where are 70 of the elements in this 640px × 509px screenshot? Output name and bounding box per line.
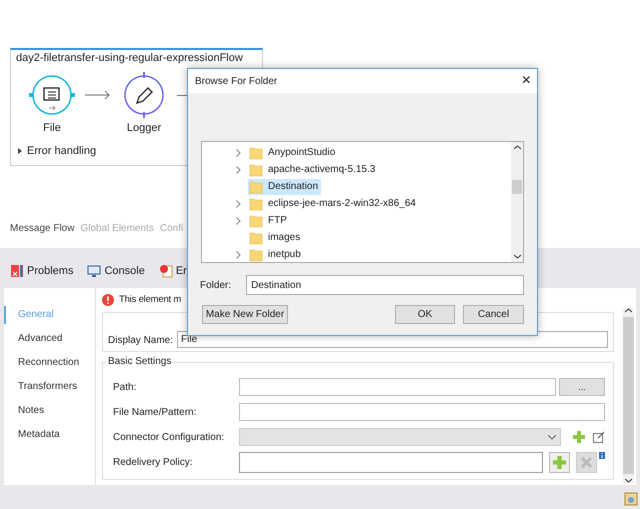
field-label: Redelivery Policy:: [113, 456, 194, 470]
dialog-button[interactable]: Cancel: [463, 305, 524, 324]
scroll-down-icon[interactable]: [514, 254, 520, 259]
sidebar-item[interactable]: Transformers: [4, 378, 95, 396]
error-icon: [102, 294, 114, 306]
browse-button[interactable]: ...: [559, 378, 605, 396]
error-message: This element m: [119, 292, 182, 307]
error-log-icon: [158, 264, 173, 278]
close-button[interactable]: ×: [522, 73, 531, 89]
folder-icon: [249, 196, 263, 210]
remove-button[interactable]: [576, 452, 597, 472]
field-label: Connector Configuration:: [113, 430, 226, 444]
view-tab[interactable]: Er: [158, 262, 187, 280]
group-title: Basic Settings: [107, 356, 172, 368]
status-icon[interactable]: [624, 490, 638, 506]
policy-field[interactable]: [239, 452, 543, 472]
sidebar-item[interactable]: Reconnection: [4, 354, 95, 372]
text-field[interactable]: [239, 403, 605, 421]
field-label: Display Name:: [108, 334, 174, 348]
dialog-title: Browse For Folder: [195, 74, 278, 88]
folder-tree[interactable]: AnypointStudio apache-activemq-5.15.3 Destination eclipse-jee-mars-2-win32-x86_64 FTP images inetpub: [201, 141, 524, 263]
field-label: Path:: [113, 380, 138, 394]
dialog-button[interactable]: OK: [395, 305, 455, 324]
folder-icon: [249, 214, 263, 228]
editor-tab[interactable]: Message Flow: [10, 221, 74, 236]
view-tab[interactable]: Console: [87, 262, 145, 280]
sidebar-item[interactable]: Metadata: [4, 426, 95, 444]
field-label: File Name/Pattern:: [113, 406, 198, 420]
plus-icon[interactable]: [573, 431, 585, 443]
section-label: Error handling: [27, 144, 96, 158]
edit-icon[interactable]: [593, 431, 605, 443]
expand-chevron-icon[interactable]: [236, 216, 241, 224]
monitor-icon: [87, 264, 102, 278]
path-field[interactable]: [239, 378, 556, 396]
sidebar-item[interactable]: Advanced: [4, 330, 95, 348]
folder-icon: [249, 180, 263, 194]
tree-item[interactable]: FTP: [248, 212, 290, 228]
scrollbar[interactable]: [511, 142, 523, 262]
close-icon: [581, 456, 592, 468]
folder-icon: [249, 230, 263, 244]
info-icon: [599, 452, 605, 459]
tree-item[interactable]: images: [248, 230, 304, 246]
tree-item[interactable]: eclipse-jee-mars-2-win32-x86_64: [248, 196, 419, 212]
tree-item[interactable]: apache-activemq-5.15.3: [248, 162, 378, 178]
plus-icon: [553, 456, 566, 468]
node-label: File: [43, 121, 61, 136]
scroll-up-icon[interactable]: [514, 145, 520, 150]
expander-icon[interactable]: [17, 148, 23, 154]
scroll-down-icon[interactable]: [625, 478, 632, 483]
dialog-button[interactable]: Make New Folder: [202, 305, 288, 324]
view-tab[interactable]: Problems: [10, 262, 74, 280]
scroll-up-icon[interactable]: [625, 308, 632, 313]
scroll-thumb[interactable]: [512, 180, 522, 194]
folder-icon: [249, 146, 263, 160]
tree-item[interactable]: inetpub: [248, 246, 304, 262]
problems-icon: [10, 264, 24, 278]
add-button[interactable]: [549, 452, 570, 472]
tree-item[interactable]: Destination: [248, 178, 322, 194]
node-label: Logger: [126, 121, 162, 136]
field-label: Folder:: [200, 278, 232, 292]
sidebar-item[interactable]: Notes: [4, 402, 95, 420]
arrow-icon: [85, 90, 111, 100]
folder-field[interactable]: Destination: [246, 275, 524, 295]
folder-icon: [249, 162, 263, 176]
expand-chevron-icon[interactable]: [236, 166, 241, 174]
expand-chevron-icon[interactable]: [236, 250, 241, 258]
expand-chevron-icon[interactable]: [236, 148, 241, 156]
chevron-down-icon: [548, 434, 556, 440]
expand-chevron-icon[interactable]: [236, 200, 241, 208]
flow-title: day2-filetransfer-using-regular-expressionFlow: [15, 51, 244, 66]
